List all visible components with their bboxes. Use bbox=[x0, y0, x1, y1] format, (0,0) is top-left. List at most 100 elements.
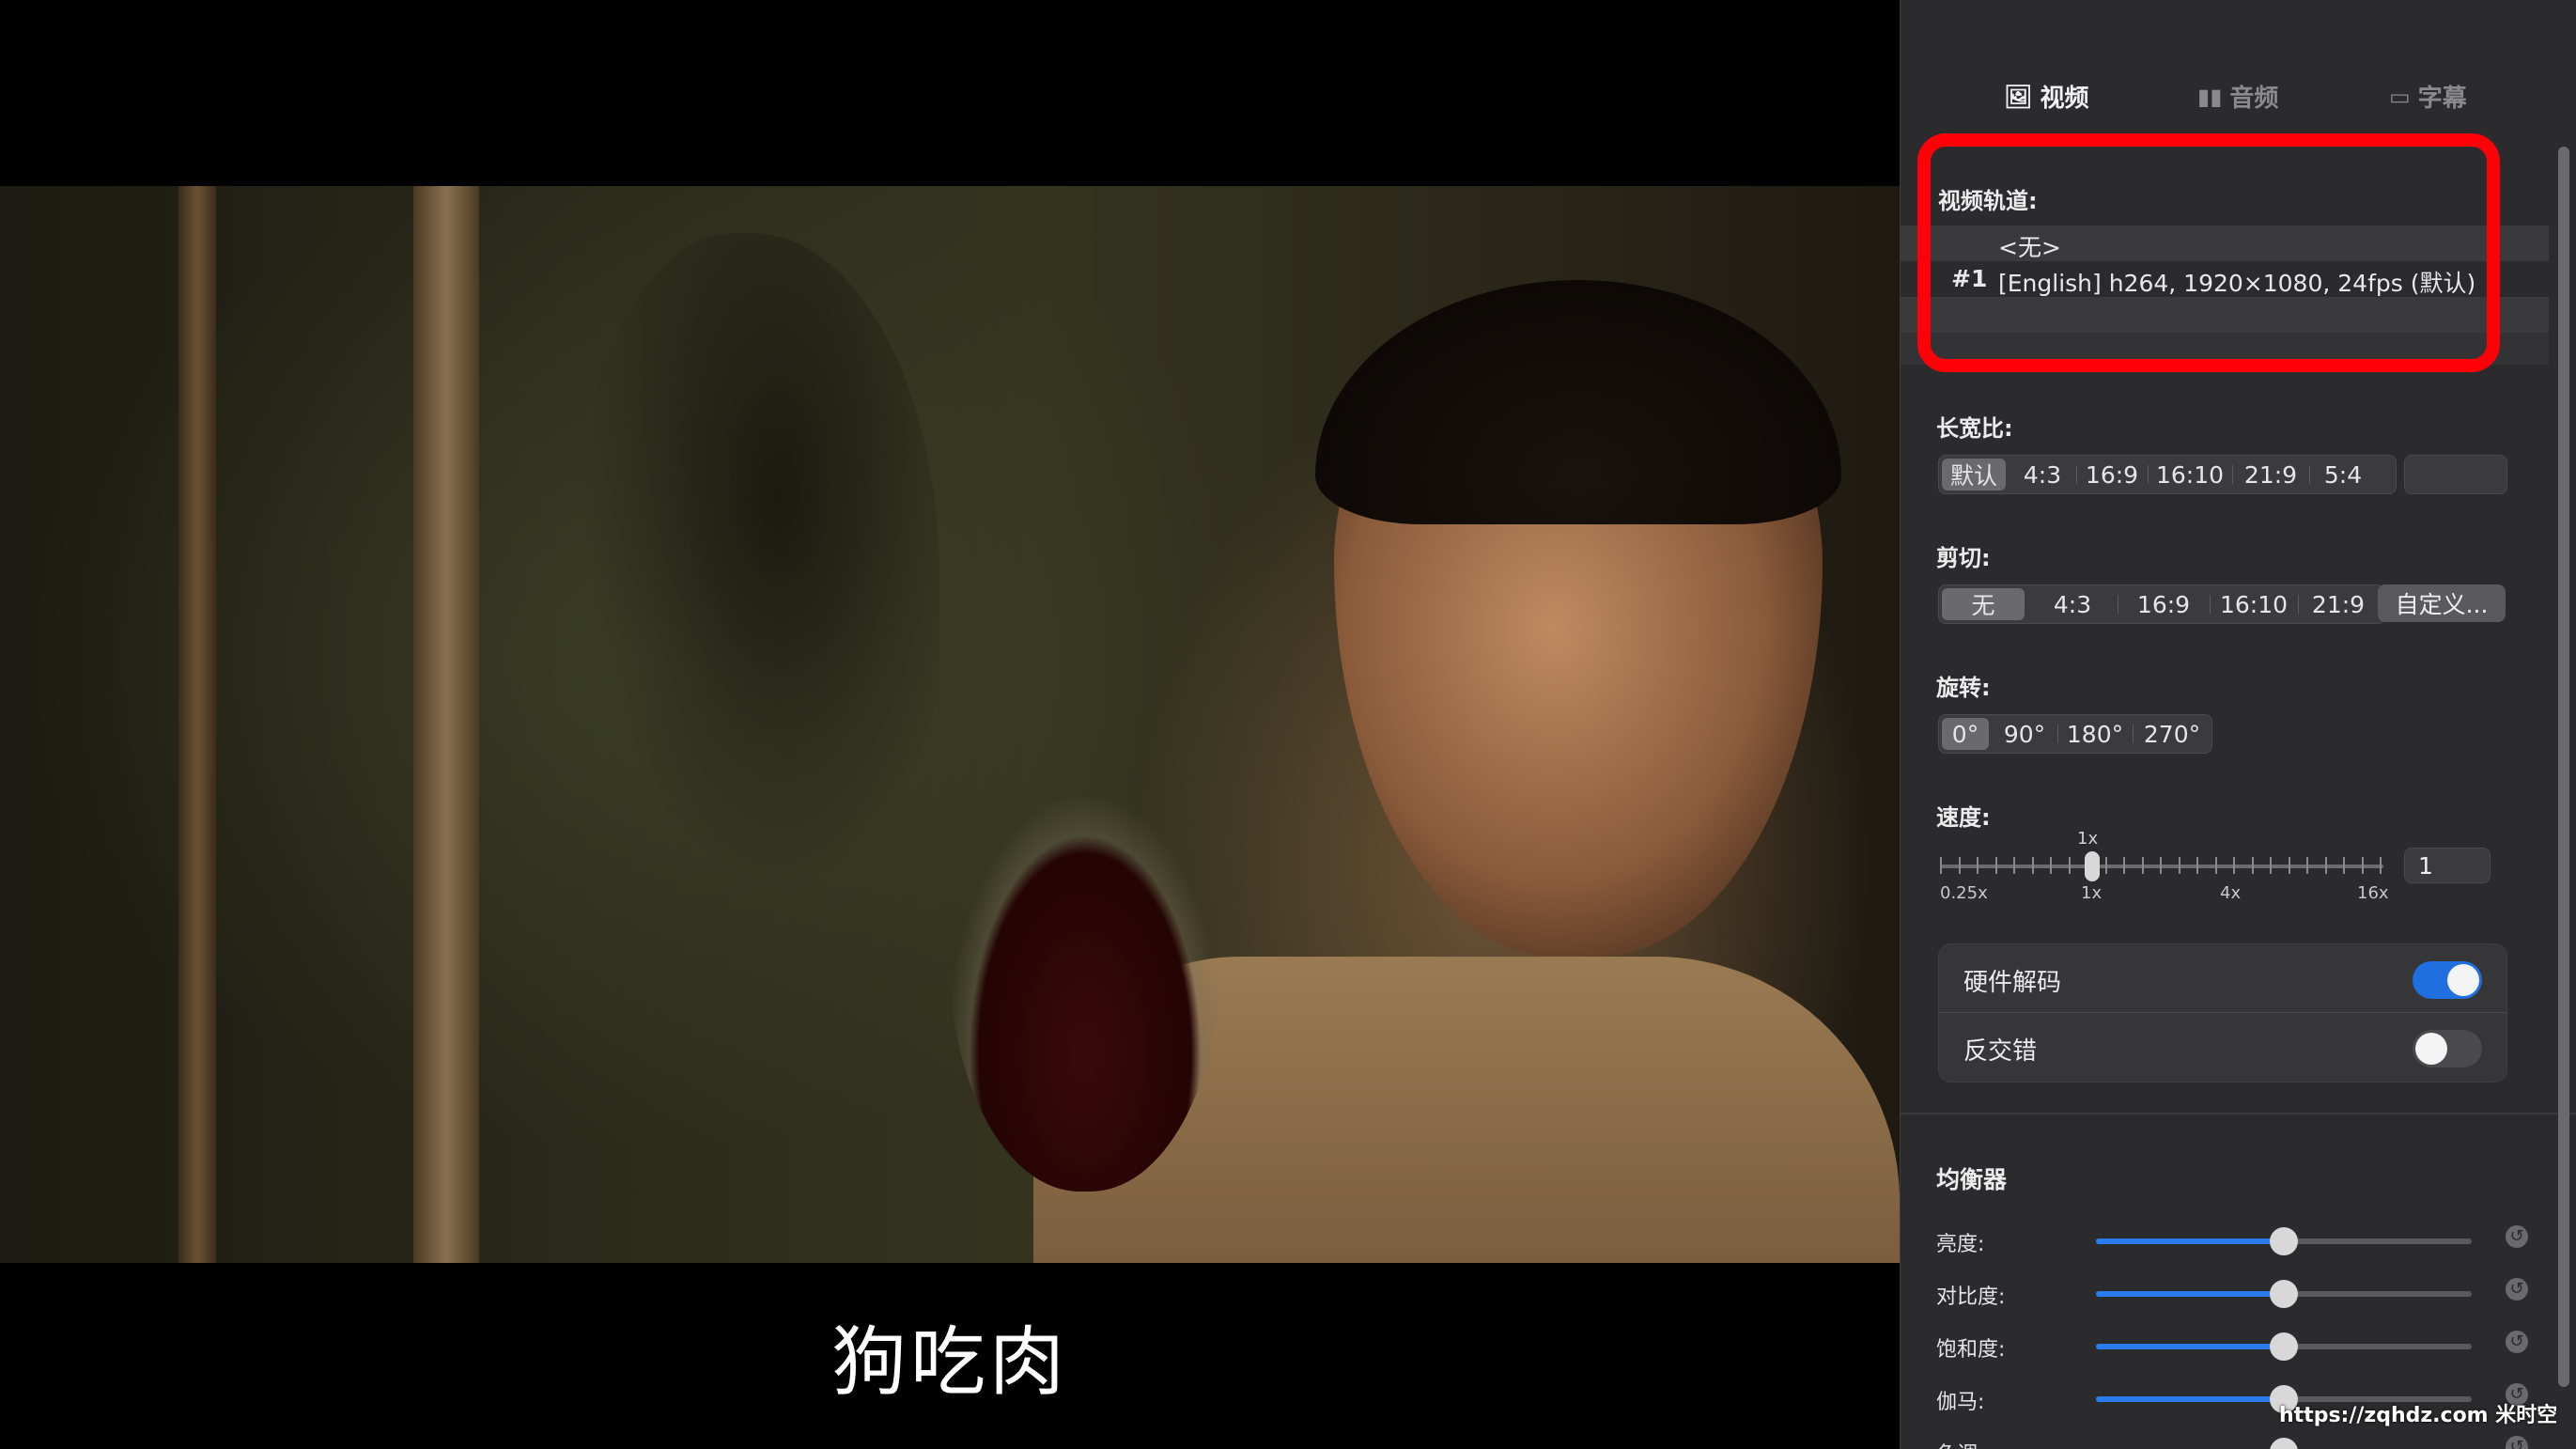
eq-label: 亮度: bbox=[1936, 1233, 1985, 1256]
eq-slider-knob[interactable] bbox=[2270, 1438, 2298, 1449]
speed-tick bbox=[2160, 857, 2162, 874]
rotate-option[interactable]: 0° bbox=[1942, 718, 1989, 750]
crop-label: 剪切: bbox=[1936, 545, 1991, 571]
aspect-option[interactable]: 4:3 bbox=[2009, 456, 2076, 493]
aspect-option[interactable]: 默认 bbox=[1942, 459, 2006, 491]
tab-audio[interactable]: ▮▮ 音频 bbox=[2197, 79, 2278, 114]
speed-tick bbox=[2141, 857, 2144, 874]
eq-slider[interactable] bbox=[2096, 1280, 2472, 1308]
eq-slider-fill bbox=[2096, 1396, 2284, 1402]
tab-subtitles[interactable]: ▭ 字幕 bbox=[2389, 79, 2467, 114]
reset-icon[interactable]: ↺ bbox=[2506, 1225, 2528, 1248]
speed-tick bbox=[1994, 857, 1997, 874]
image-icon: 🖼 bbox=[2004, 83, 2033, 110]
speech-bubble-icon: ▭ bbox=[2389, 83, 2411, 110]
background-pillar bbox=[178, 186, 216, 1263]
tab-video[interactable]: 🖼 视频 bbox=[2004, 79, 2088, 114]
speed-label: 速度: bbox=[1936, 804, 1991, 831]
speed-mark: 16x bbox=[2357, 883, 2389, 903]
video-player[interactable]: 狗吃肉 bbox=[0, 0, 1900, 1449]
speed-tick bbox=[2306, 857, 2308, 874]
speed-tick bbox=[2196, 857, 2198, 874]
deinterlace-row: 反交错 bbox=[1939, 1012, 2506, 1081]
speed-tick bbox=[2233, 857, 2235, 874]
eq-saturation-row: 饱和度: ↺ bbox=[1936, 1327, 2537, 1364]
switch-knob bbox=[2415, 1033, 2447, 1065]
watermark-text: https://zqhdz.com 米时空 bbox=[2279, 1404, 2558, 1427]
rotate-option[interactable]: 180° bbox=[2057, 715, 2133, 753]
eq-slider[interactable] bbox=[2096, 1227, 2472, 1255]
eq-slider-knob[interactable] bbox=[2270, 1280, 2298, 1308]
speed-tick bbox=[1958, 857, 1961, 874]
aspect-ratio-segmented-control: 默认 4:3 16:9 16:10 21:9 5:4 bbox=[1938, 455, 2397, 494]
crop-segmented-control: 无 4:3 16:9 16:10 21:9 bbox=[1938, 584, 2385, 624]
speed-tick bbox=[2270, 857, 2272, 874]
hardware-decode-switch[interactable] bbox=[2413, 961, 2482, 999]
waveform-icon: ▮▮ bbox=[2197, 83, 2223, 110]
speed-tick bbox=[1940, 857, 1942, 874]
tab-bar: 🖼 视频 ▮▮ 音频 ▭ 字幕 bbox=[1901, 79, 2576, 126]
speed-tick bbox=[2288, 857, 2290, 874]
reset-icon[interactable]: ↺ bbox=[2506, 1436, 2528, 1449]
eq-slider-fill bbox=[2096, 1239, 2284, 1244]
eq-brightness-row: 亮度: ↺ bbox=[1936, 1222, 2537, 1259]
speed-tick bbox=[2324, 857, 2327, 874]
tab-label: 音频 bbox=[2229, 85, 2279, 113]
eq-label: 对比度: bbox=[1936, 1285, 2006, 1309]
aspect-option[interactable]: 5:4 bbox=[2309, 456, 2377, 493]
speed-track bbox=[1940, 865, 2383, 868]
deinterlace-switch[interactable] bbox=[2413, 1030, 2482, 1067]
speed-tick bbox=[2031, 857, 2034, 874]
crop-custom-button[interactable]: 自定义... bbox=[2378, 584, 2506, 622]
eq-label: 饱和度: bbox=[1936, 1338, 2006, 1362]
rotate-option[interactable]: 270° bbox=[2133, 715, 2211, 753]
rotate-label: 旋转: bbox=[1936, 675, 1991, 701]
equalizer-label: 均衡器 bbox=[1936, 1166, 2008, 1193]
hardware-decode-label: 硬件解码 bbox=[1963, 969, 2062, 997]
aspect-option[interactable]: 16:10 bbox=[2148, 456, 2232, 493]
speed-knob[interactable] bbox=[2085, 851, 2100, 881]
speed-tick bbox=[2068, 857, 2071, 874]
speed-tick bbox=[2251, 857, 2254, 874]
section-divider bbox=[1901, 1113, 2576, 1114]
aspect-option[interactable]: 16:9 bbox=[2076, 456, 2148, 493]
hardware-decode-row: 硬件解码 bbox=[1939, 944, 2506, 1012]
eq-slider-knob[interactable] bbox=[2270, 1227, 2298, 1255]
deinterlace-label: 反交错 bbox=[1963, 1037, 2038, 1066]
speed-input[interactable]: 1 bbox=[2404, 848, 2491, 883]
horse-painting bbox=[582, 233, 939, 891]
eq-slider-fill bbox=[2096, 1344, 2284, 1349]
crop-option[interactable]: 21:9 bbox=[2298, 585, 2379, 623]
subtitle-text: 狗吃肉 bbox=[831, 1318, 1068, 1406]
rotate-segmented-control: 0° 90° 180° 270° bbox=[1938, 714, 2212, 754]
crop-option[interactable]: 16:9 bbox=[2118, 585, 2210, 623]
eq-slider[interactable] bbox=[2096, 1332, 2472, 1361]
reset-icon[interactable]: ↺ bbox=[2506, 1331, 2528, 1353]
speed-tick bbox=[2178, 857, 2180, 874]
speed-tick bbox=[2380, 857, 2382, 874]
scrollbar[interactable] bbox=[2558, 147, 2569, 1387]
crop-option[interactable]: 无 bbox=[1942, 588, 2025, 620]
tab-label: 字幕 bbox=[2417, 85, 2467, 113]
speed-tick bbox=[2361, 857, 2364, 874]
background-pillar bbox=[413, 186, 479, 1263]
reset-icon[interactable]: ↺ bbox=[2506, 1278, 2528, 1301]
speed-current-label: 1x bbox=[2077, 829, 2099, 849]
tab-label: 视频 bbox=[2040, 85, 2089, 113]
eq-contrast-row: 对比度: ↺ bbox=[1936, 1274, 2537, 1312]
speed-tick bbox=[2104, 857, 2107, 874]
annotation-highlight-box bbox=[1917, 133, 2500, 372]
speed-slider[interactable]: 1x 0.25x 1x 4x 16x bbox=[1940, 829, 2389, 903]
decoding-toggle-group: 硬件解码 反交错 bbox=[1938, 943, 2507, 1083]
person-hair bbox=[1315, 280, 1841, 524]
speed-mark: 1x bbox=[2081, 883, 2103, 903]
crop-option[interactable]: 16:10 bbox=[2210, 585, 2298, 623]
aspect-option[interactable]: 21:9 bbox=[2232, 456, 2309, 493]
rotate-option[interactable]: 90° bbox=[1992, 715, 2057, 753]
crop-option[interactable]: 4:3 bbox=[2027, 585, 2118, 623]
video-frame[interactable] bbox=[0, 186, 1900, 1263]
aspect-custom-field[interactable] bbox=[2404, 455, 2507, 494]
speed-mark: 0.25x bbox=[1940, 883, 1988, 903]
speed-tick bbox=[1977, 857, 1979, 874]
eq-slider-knob[interactable] bbox=[2270, 1332, 2298, 1361]
